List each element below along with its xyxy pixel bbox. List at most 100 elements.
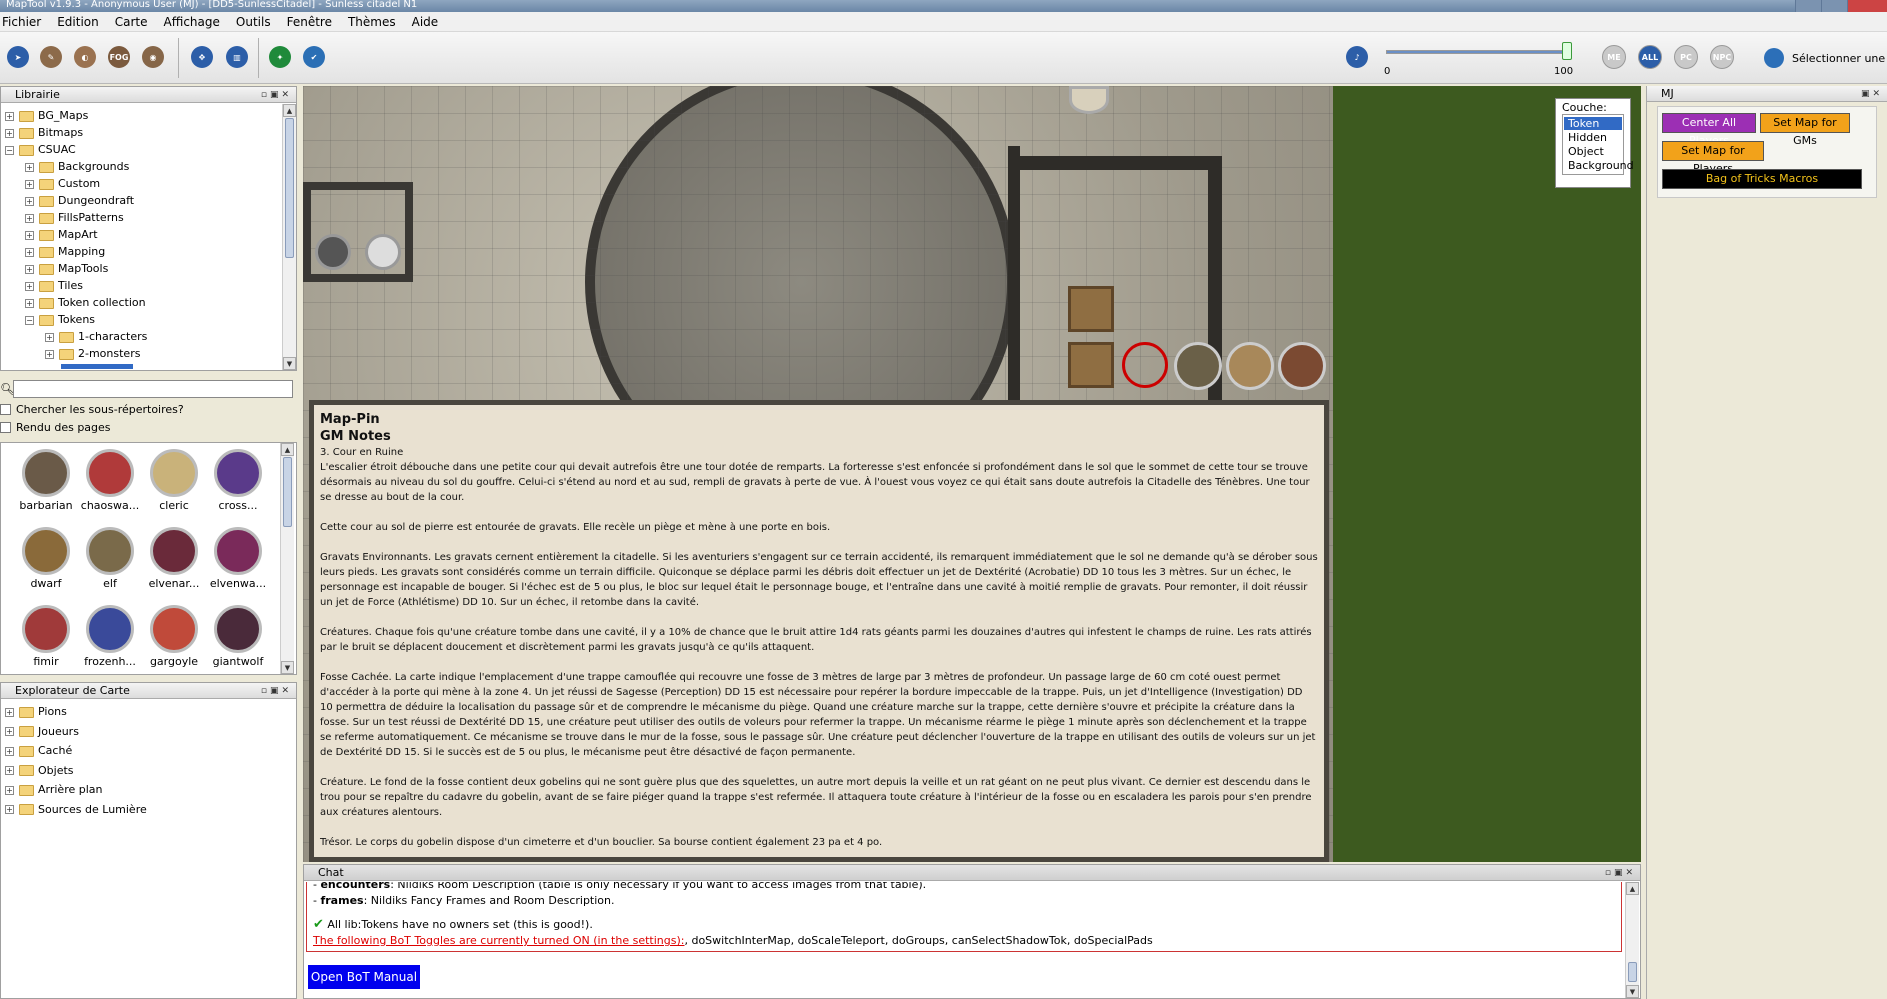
expand-icon[interactable]: +: [25, 298, 34, 308]
tree-item[interactable]: + FillsPatterns: [25, 209, 124, 226]
tree-item[interactable]: − CSUAC: [5, 141, 76, 158]
maximize-button[interactable]: [1821, 0, 1847, 12]
explorer-item[interactable]: + Pions: [5, 703, 67, 720]
expand-icon[interactable]: +: [25, 281, 34, 291]
template-tool-button[interactable]: ◐: [70, 42, 100, 72]
token-thumbnail[interactable]: chaoswa...: [80, 449, 140, 512]
layer-option[interactable]: Background: [1564, 159, 1634, 172]
volume-slider[interactable]: [1386, 50, 1570, 54]
target-token[interactable]: [1122, 342, 1168, 388]
creature-token[interactable]: [315, 234, 351, 270]
tree-item[interactable]: + MapArt: [25, 226, 98, 243]
tree-item[interactable]: + Token collection: [25, 294, 146, 311]
menu-carte[interactable]: Carte: [107, 15, 156, 29]
token-thumbnail[interactable]: barbarian: [16, 449, 76, 512]
layer-option[interactable]: Token: [1564, 117, 1622, 130]
expand-icon[interactable]: +: [5, 805, 14, 814]
expand-icon[interactable]: +: [5, 766, 14, 775]
open-bot-manual-button[interactable]: Open BoT Manual: [308, 965, 420, 989]
chart-tool-button[interactable]: ▥: [222, 42, 252, 72]
creature-token[interactable]: [365, 234, 401, 270]
explorer-item[interactable]: + Arrière plan: [5, 781, 103, 798]
tree-item[interactable]: + Bitmaps: [5, 124, 83, 141]
expand-icon[interactable]: +: [25, 196, 34, 206]
expand-icon[interactable]: +: [5, 707, 14, 717]
expand-icon[interactable]: +: [5, 128, 14, 138]
menu-affichage[interactable]: Affichage: [156, 15, 228, 29]
player-token[interactable]: [1174, 342, 1222, 390]
tree-item[interactable]: + Mapping: [25, 243, 105, 260]
menu-fenetre[interactable]: Fenêtre: [279, 15, 340, 29]
chat-scrollbar[interactable]: ▲ ▼: [1625, 882, 1639, 998]
expand-icon[interactable]: +: [25, 264, 34, 274]
tree-item[interactable]: + Backgrounds: [25, 158, 129, 175]
tree-item[interactable]: +1-characters: [45, 328, 147, 345]
token-thumbnail[interactable]: cleric: [144, 449, 204, 512]
initiative-button[interactable]: ✦: [265, 42, 295, 72]
token-thumbnail[interactable]: dwarf: [16, 527, 76, 590]
tree-item[interactable]: + Custom: [25, 175, 100, 192]
menu-themes[interactable]: Thèmes: [340, 15, 404, 29]
creature-token[interactable]: [1069, 86, 1109, 114]
player-token[interactable]: [1226, 342, 1274, 390]
layer-option[interactable]: Hidden: [1564, 131, 1622, 144]
selected-tree-item[interactable]: [61, 364, 133, 369]
layer-option[interactable]: Object: [1564, 145, 1622, 158]
toggle-me[interactable]: ME: [1602, 45, 1626, 69]
library-scrollbar[interactable]: ▲ ▼: [282, 104, 296, 370]
explorer-item[interactable]: + Joueurs: [5, 723, 79, 740]
expand-icon[interactable]: +: [5, 785, 14, 795]
tree-item[interactable]: + Dungeondraft: [25, 192, 134, 209]
vision-tool-button[interactable]: ◉: [138, 42, 168, 72]
panel-buttons[interactable]: ▫▣✕: [261, 87, 292, 103]
expand-icon[interactable]: −: [25, 315, 34, 325]
menu-fichier[interactable]: Fichier: [0, 15, 49, 29]
crate[interactable]: [1068, 342, 1114, 388]
expand-icon[interactable]: +: [25, 230, 34, 240]
expand-icon[interactable]: +: [45, 332, 54, 342]
panel-buttons[interactable]: ▣✕: [1861, 86, 1883, 102]
set-map-gms-button[interactable]: Set Map for GMs: [1760, 113, 1850, 147]
explorer-item[interactable]: + Sources de Lumière: [5, 801, 147, 818]
panel-buttons[interactable]: ▫▣✕: [1605, 865, 1636, 881]
menu-aide[interactable]: Aide: [404, 15, 447, 29]
set-map-players-button[interactable]: Set Map for Players: [1662, 141, 1764, 175]
tree-item[interactable]: + Tiles: [25, 277, 83, 294]
token-thumbnail[interactable]: fimir: [16, 605, 76, 668]
draw-tool-button[interactable]: ✎: [36, 42, 66, 72]
expand-icon[interactable]: −: [5, 145, 14, 155]
expand-icon[interactable]: +: [25, 162, 34, 172]
toggle-all[interactable]: ALL: [1638, 45, 1662, 69]
tree-item[interactable]: + BG_Maps: [5, 107, 88, 124]
explorer-item[interactable]: + Caché: [5, 742, 72, 759]
volume-button[interactable]: ♪: [1342, 42, 1372, 72]
check-button[interactable]: ✔: [299, 42, 329, 72]
render-checkbox[interactable]: [0, 422, 11, 433]
bot-toggles-link[interactable]: The following BoT Toggles are currently …: [313, 934, 684, 947]
expand-icon[interactable]: +: [25, 213, 34, 223]
explorer-item[interactable]: + Objets: [5, 762, 74, 779]
expand-icon[interactable]: +: [5, 111, 14, 121]
subdirs-checkbox[interactable]: [0, 404, 11, 415]
tree-item[interactable]: + MapTools: [25, 260, 108, 277]
toggle-pc[interactable]: PC: [1674, 45, 1698, 69]
library-search-input[interactable]: [13, 380, 293, 398]
tree-item[interactable]: +2-monsters: [45, 345, 140, 362]
pointer-tool-button[interactable]: ➤: [3, 42, 33, 72]
map-canvas[interactable]: Couche: Token Hidden Object Background Map-…: [303, 86, 1641, 862]
token-thumbnail[interactable]: frozenh...: [80, 605, 140, 668]
fog-tool-button[interactable]: FOG: [104, 42, 134, 72]
bag-of-tricks-button[interactable]: Bag of Tricks Macros: [1662, 169, 1862, 189]
center-all-players-button[interactable]: Center All Players: [1662, 113, 1756, 147]
token-thumbnail[interactable]: elf: [80, 527, 140, 590]
crate[interactable]: [1068, 286, 1114, 332]
token-thumbnail[interactable]: elvenar...: [144, 527, 204, 590]
token-thumbnail[interactable]: cross...: [208, 449, 268, 512]
token-thumbnail[interactable]: giantwolf: [208, 605, 268, 668]
gallery-scrollbar[interactable]: ▲ ▼: [280, 443, 294, 674]
player-token[interactable]: [1278, 342, 1326, 390]
close-button[interactable]: [1847, 0, 1887, 12]
panel-buttons[interactable]: ▫▣✕: [261, 683, 292, 699]
minimize-button[interactable]: [1795, 0, 1821, 12]
expand-icon[interactable]: +: [5, 727, 14, 736]
